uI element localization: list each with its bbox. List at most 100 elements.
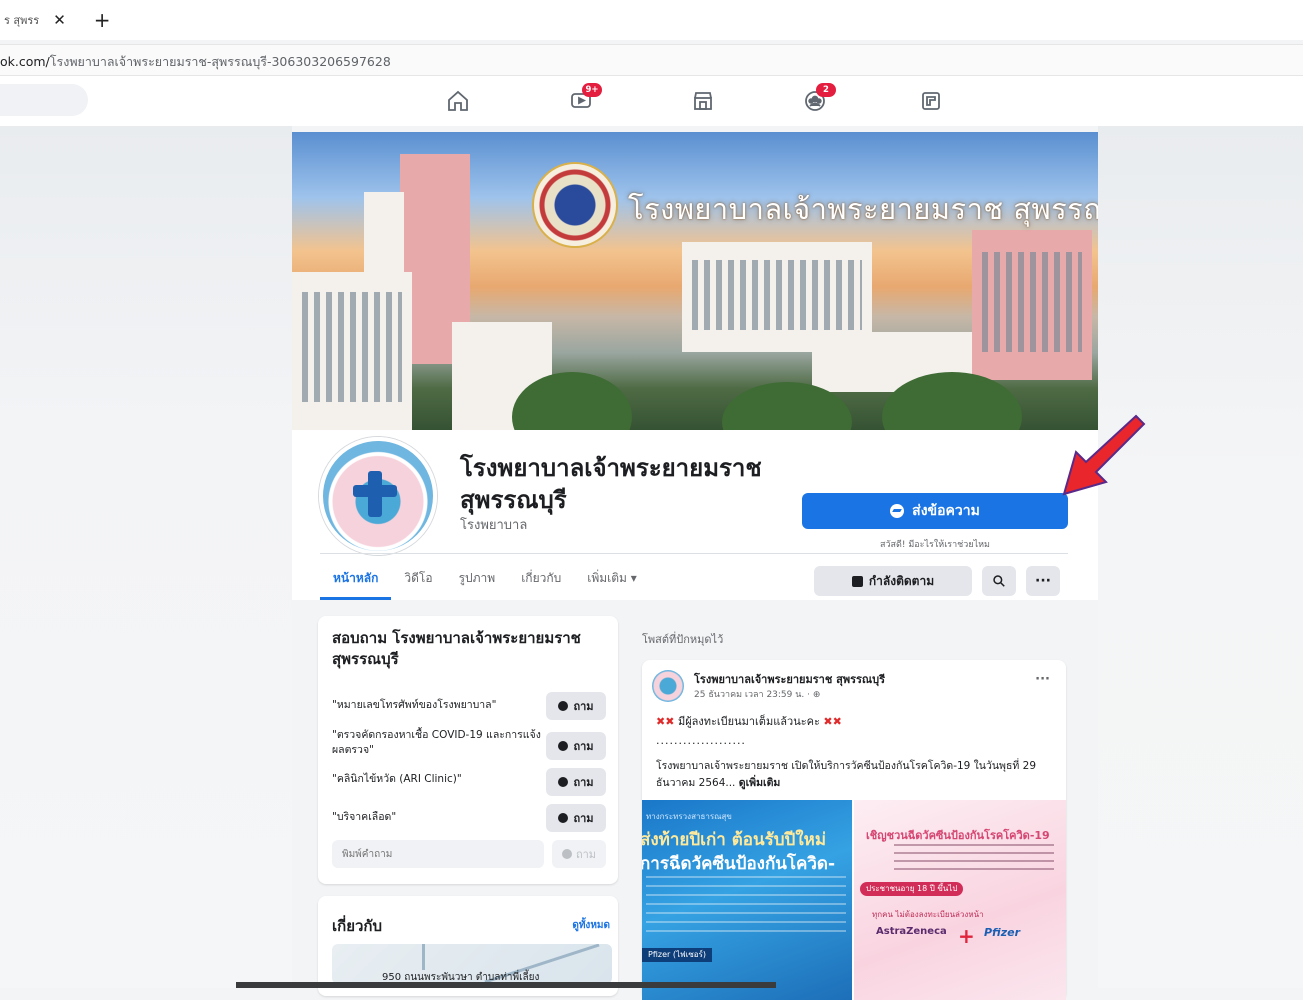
cross-mark-icon: ✖✖ [823,715,842,728]
map-road [422,944,425,970]
tab-videos[interactable]: วิดีโอ [391,558,445,598]
ask-button[interactable]: ถาม [546,732,606,760]
post-headline: ✖✖ มีผู้ลงทะเบียนมาเต็มแล้วนะคะ ✖✖ [656,712,842,730]
send-message-label: ส่งข้อความ [912,503,980,519]
age-pill: ประชาชนอายุ 18 ปี ขึ้นไป [860,882,964,896]
page-tabs: หน้าหลัก วิดีโอ รูปภาพ เกี่ยวกับ เพิ่มเต… [320,558,650,600]
following-label: กำลังติดตาม [868,573,935,588]
send-message-button[interactable]: ส่งข้อความ [802,493,1068,529]
page-header: โรงพยาบาลเจ้าพระยายมราช สุพรรณบุรี โรงพย… [292,430,1098,600]
post-more-button[interactable]: ··· [1035,672,1050,687]
image-vaccine-tag: Pfizer (ไฟเซอร์) [642,948,713,962]
page-background-left [0,126,292,988]
image-caption-small: ทางกระทรวงสาธารณสุข [646,812,732,821]
facebook-search-box[interactable] [0,84,88,116]
watch-badge: 9+ [582,83,602,97]
post-author-name[interactable]: โรงพยาบาลเจ้าพระยายมราช สุพรรณบุรี [694,670,885,688]
close-tab-icon[interactable]: ✕ [53,11,66,29]
message-greeting: สวัสดี! มีอะไรให้เราช่วยไหม [879,540,990,550]
home-icon[interactable] [441,86,475,116]
about-card: เกี่ยวกับ ดูทั้งหมด 950 ถนนพระพันวษา ตำบ… [318,896,618,996]
search-icon [993,575,1005,587]
question-text: "คลินิกไข้หวัด (ARI Clinic)" [332,773,462,785]
astrazeneca-logo: AstraZeneca [876,926,947,937]
messenger-icon [890,504,905,518]
post-body-text: โรงพยาบาลเจ้าพระยายมราช เปิดให้บริการวัค… [656,760,1037,789]
page-title-line1: โรงพยาบาลเจ้าพระยายมราช [460,454,762,482]
following-icon [851,575,863,587]
image-text-lines [646,876,846,936]
question-text: "หมายเลขโทรศัพท์ของโรงพยาบาล" [332,699,497,711]
pinned-post: โรงพยาบาลเจ้าพระยายมราช สุพรรณบุรี 25 ธั… [642,660,1066,1000]
tab-photos[interactable]: รูปภาพ [446,558,509,598]
cross-mark-icon: ✖✖ [656,715,675,728]
image-subheadline: การฉีดวัคซีนป้องกันโควิด- [642,854,836,874]
ask-button-label: ถาม [573,812,594,825]
ask-button-label: ถาม [573,740,594,753]
tab-more[interactable]: เพิ่มเติม ▾ [574,558,650,598]
image-headline: เชิญชวนฉีดวัคซีนป้องกันโรคโควิด-19 [866,829,1050,842]
avatar-emblem [353,485,397,497]
about-map[interactable]: 950 ถนนพระพันวษา ตำบลท่าพี่เลี้ยง [332,944,612,984]
question-text: "ตรวจคัดกรองหาเชื้อ COVID-19 และการแจ้งผ… [332,729,541,756]
page-search-button[interactable] [982,566,1016,596]
pinned-post-label: โพสต์ที่ปักหมุดไว้ [642,633,724,646]
url-path: โรงพยาบาลเจ้าพระยายมราช-สุพรรณบุรี-30630… [49,54,391,69]
ask-button[interactable]: ถาม [546,692,606,720]
ask-button[interactable]: ถาม [546,804,606,832]
page-category[interactable]: โรงพยาบาล [460,514,527,535]
groups-icon[interactable]: 2 [798,83,836,116]
following-button[interactable]: กำลังติดตาม [814,566,972,596]
ask-page-card: สอบถาม โรงพยาบาลเจ้าพระยายมราช สุพรรณบุร… [318,616,618,884]
tab-home[interactable]: หน้าหลัก [320,558,392,600]
messenger-icon [561,849,572,859]
cover-windows [982,252,1082,352]
see-all-link[interactable]: ดูทั้งหมด [572,918,610,933]
see-more-link[interactable]: ดูเพิ่มเติม [739,777,781,789]
question-row: "หมายเลขโทรศัพท์ของโรงพยาบาล" ถาม [332,692,606,726]
post-timestamp[interactable]: 25 ธันวาคม เวลา 23:59 น. · ⊕ [694,687,820,701]
question-row: "ตรวจคัดกรองหาเชื้อ COVID-19 และการแจ้งผ… [332,728,606,762]
header-divider [320,553,1068,554]
marketplace-icon[interactable] [686,86,720,116]
more-options-button[interactable]: ··· [1026,566,1060,596]
question-row: "คลินิกไข้หวัด (ARI Clinic)" ถาม [332,768,606,802]
question-text: "บริจาคเลือด" [332,811,397,823]
watch-icon[interactable]: 9+ [564,83,602,116]
cover-windows [302,292,402,402]
about-title: เกี่ยวกับ [332,917,383,935]
ask-question-input[interactable] [332,840,544,868]
ask-send-button[interactable]: ถาม [552,840,606,868]
image-text-lines [894,844,1054,872]
tab-about[interactable]: เกี่ยวกับ [508,558,574,598]
browser-tab[interactable]: ร สุพรร ✕ + [0,8,111,32]
page-title-line2: สุพรรณบุรี [460,486,567,514]
messenger-icon [558,701,569,711]
pfizer-logo: Pfizer [984,926,1021,939]
hospital-logo [532,162,618,248]
messenger-icon [558,741,569,751]
page-background-right [1098,126,1303,988]
bottom-edge-strip [236,982,776,988]
facebook-top-nav: 9+ 2 [0,76,1303,126]
new-tab-button[interactable]: + [94,8,111,32]
address-bar[interactable]: ok.com/โรงพยาบาลเจ้าพระยายมราช-สุพรรณบุร… [0,44,1303,76]
ask-send-label: ถาม [575,848,597,861]
post-image-left[interactable]: ทางกระทรวงสาธารณสุข ส่งท้ายปีเก่า ต้อนรั… [642,800,852,1000]
image-subtext: ทุกคน ไม่ต้องลงทะเบียนล่วงหน้า [872,910,984,919]
ask-button-label: ถาม [573,700,594,713]
post-author-avatar[interactable] [652,670,684,702]
image-headline: ส่งท้ายปีเก่า ต้อนรับปีใหม่ [642,830,827,850]
ask-button-label: ถาม [573,776,594,789]
post-headline-text: มีผู้ลงทะเบียนมาเต็มแล้วนะคะ [677,715,820,728]
messenger-icon [558,813,569,823]
ask-button[interactable]: ถาม [546,768,606,796]
page-profile-picture[interactable] [319,437,437,555]
gaming-icon[interactable] [914,86,948,116]
ask-card-title: สอบถาม โรงพยาบาลเจ้าพระยายมราช สุพรรณบุร… [332,629,581,668]
browser-tab-strip: ร สุพรร ✕ + [0,0,1303,40]
red-arrow-annotation [1062,414,1146,496]
post-divider-dots: .................... [656,734,746,747]
cover-photo[interactable]: โรงพยาบาลเจ้าพระยายมราช สุพรรณบุรี [292,132,1098,430]
post-image-right[interactable]: เชิญชวนฉีดวัคซีนป้องกันโรคโควิด-19 ประชา… [854,800,1066,1000]
